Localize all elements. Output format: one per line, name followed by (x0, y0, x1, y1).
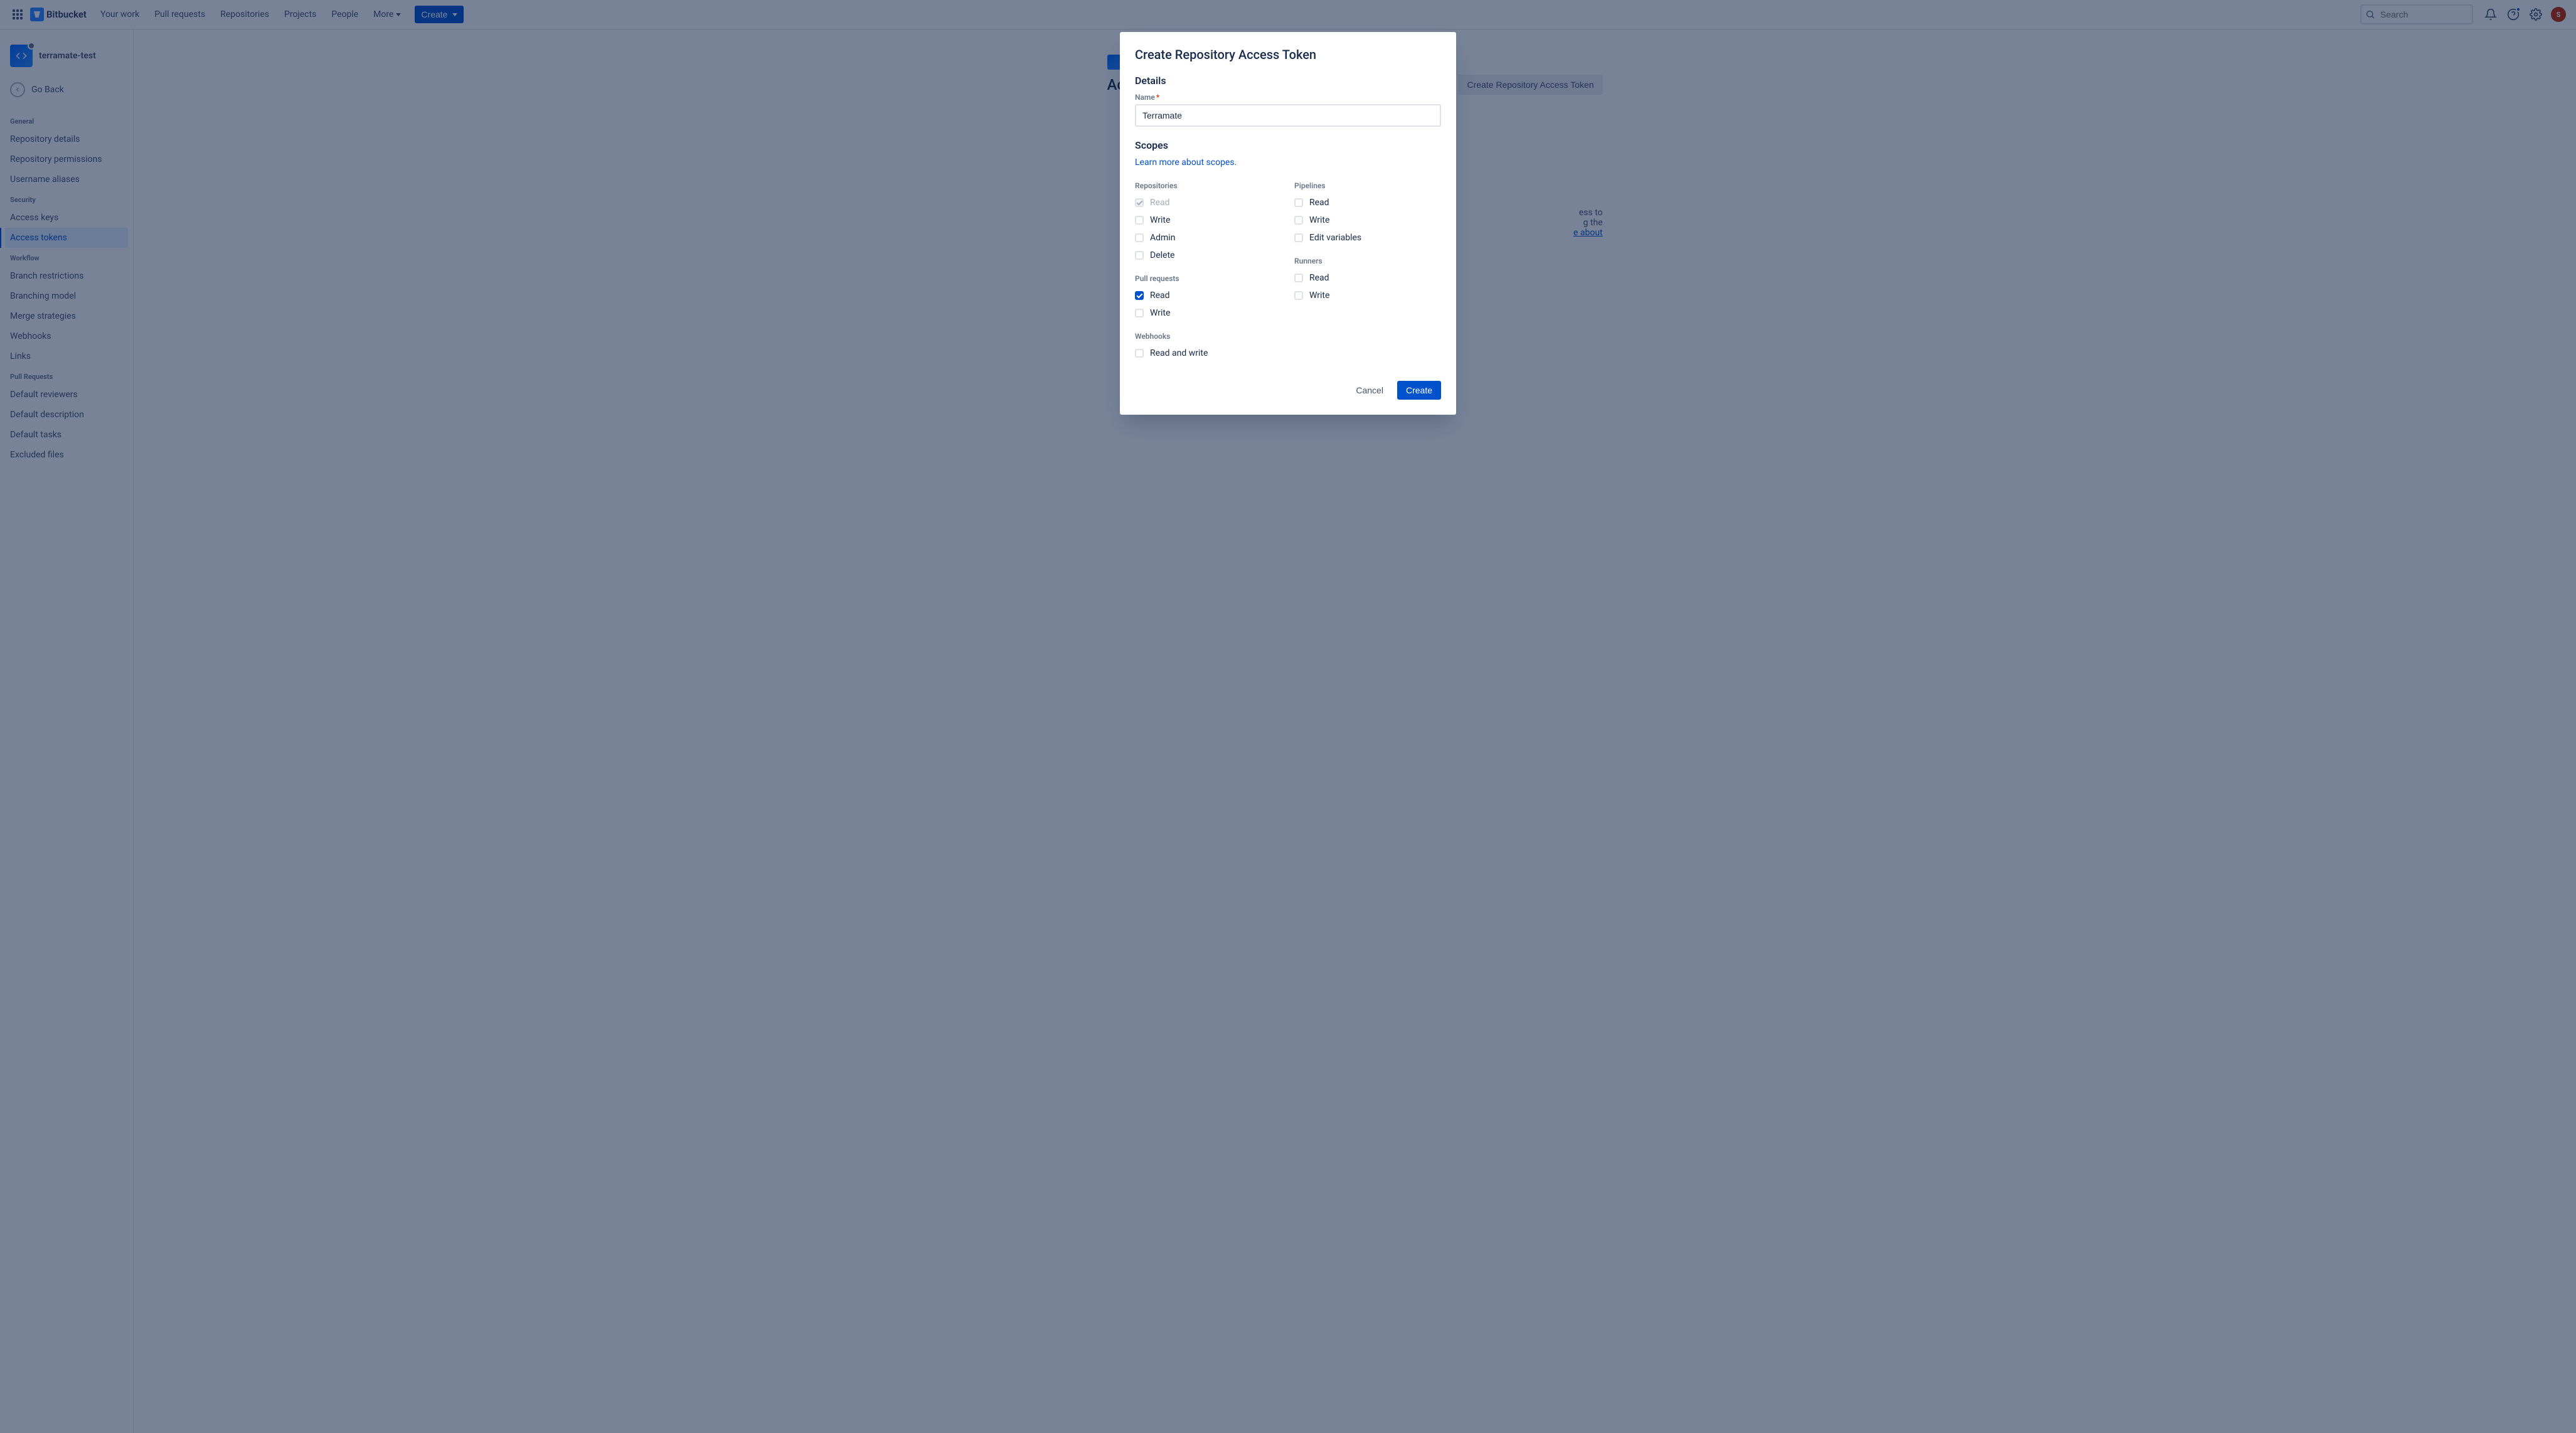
scope-repositories-title: Repositories (1135, 178, 1282, 194)
checkbox-runner-read[interactable] (1294, 274, 1303, 282)
learn-scopes-link[interactable]: Learn more about scopes. (1135, 157, 1237, 168)
checkbox-label: Delete (1150, 250, 1174, 260)
checkbox-label: Read (1309, 273, 1329, 283)
checkbox-pr-write[interactable] (1135, 309, 1144, 317)
checkbox-label: Read (1150, 198, 1170, 208)
modal-title: Create Repository Access Token (1135, 47, 1441, 62)
checkbox-repo-write[interactable] (1135, 216, 1144, 225)
scope-pipelines-title: Pipelines (1294, 178, 1441, 194)
scope-group-repositories: Repositories Read Write Admin (1135, 178, 1282, 264)
checkbox-label: Read and write (1150, 348, 1208, 358)
checkbox-pipe-editvars[interactable] (1294, 233, 1303, 242)
checkbox-label: Read (1309, 198, 1329, 208)
checkbox-repo-admin[interactable] (1135, 233, 1144, 242)
cancel-button[interactable]: Cancel (1347, 381, 1392, 400)
checkbox-label: Write (1150, 215, 1170, 225)
scope-pullrequests-title: Pull requests (1135, 270, 1282, 287)
checkbox-label: Admin (1150, 233, 1175, 243)
name-label-text: Name (1135, 93, 1155, 102)
checkbox-label: Write (1309, 290, 1329, 301)
name-field-label: Name* (1135, 93, 1441, 102)
checkbox-label: Write (1309, 215, 1329, 225)
create-token-button[interactable]: Create (1397, 381, 1441, 400)
checkbox-pipe-write[interactable] (1294, 216, 1303, 225)
details-heading: Details (1135, 75, 1441, 87)
scopes-heading: Scopes (1135, 139, 1441, 151)
checkbox-label: Read (1150, 290, 1170, 301)
checkbox-pr-read[interactable] (1135, 291, 1144, 300)
checkbox-pipe-read[interactable] (1294, 198, 1303, 207)
checkbox-runner-write[interactable] (1294, 291, 1303, 300)
checkbox-label: Edit variables (1309, 233, 1361, 243)
checkbox-label: Write (1150, 308, 1170, 318)
scope-group-pipelines: Pipelines Read Write Edit variables (1294, 178, 1441, 247)
checkbox-repo-read (1135, 198, 1144, 207)
modal-blanket[interactable]: Create Repository Access Token Details N… (0, 0, 2576, 1433)
token-name-input[interactable] (1135, 104, 1441, 127)
checkbox-repo-delete[interactable] (1135, 251, 1144, 260)
scope-group-pull-requests: Pull requests Read Write (1135, 270, 1282, 322)
scope-group-runners: Runners Read Write (1294, 253, 1441, 304)
scope-group-webhooks: Webhooks Read and write (1135, 328, 1282, 362)
checkbox-webhooks-rw[interactable] (1135, 349, 1144, 358)
scope-webhooks-title: Webhooks (1135, 328, 1282, 344)
create-token-modal: Create Repository Access Token Details N… (1120, 32, 1456, 415)
scope-runners-title: Runners (1294, 253, 1441, 269)
